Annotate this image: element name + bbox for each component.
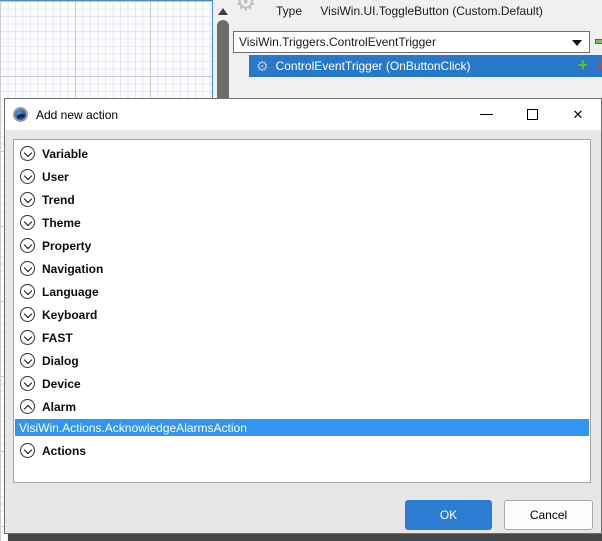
type-value: VisiWin.UI.ToggleButton (Custom.Default) xyxy=(320,4,543,18)
category-row-language[interactable]: Language xyxy=(14,280,590,303)
dialog-titlebar[interactable]: Add new action ✕ xyxy=(5,99,601,130)
category-label: Navigation xyxy=(42,262,103,276)
chevron-down-circle-icon[interactable] xyxy=(20,238,35,253)
type-label: Type xyxy=(276,4,302,18)
category-label: Property xyxy=(42,239,91,253)
category-label: Trend xyxy=(42,193,75,207)
category-row-dialog[interactable]: Dialog xyxy=(14,349,590,372)
chevron-down-circle-icon[interactable] xyxy=(20,192,35,207)
add-new-action-dialog: Add new action ✕ Variable User Trend Theme P… xyxy=(4,98,602,534)
chevron-down-circle-icon[interactable] xyxy=(20,261,35,276)
close-icon: ✕ xyxy=(573,108,584,121)
category-row-user[interactable]: User xyxy=(14,165,590,188)
category-row-navigation[interactable]: Navigation xyxy=(14,257,590,280)
chevron-down-circle-icon[interactable] xyxy=(20,376,35,391)
category-label: Keyboard xyxy=(42,308,97,322)
minimize-button[interactable] xyxy=(463,99,509,130)
category-label: Variable xyxy=(42,147,88,161)
scrollbar-thumb[interactable] xyxy=(217,20,229,98)
vertical-scrollbar[interactable] xyxy=(214,0,232,98)
trigger-type-dropdown[interactable]: VisiWin.Triggers.ControlEventTrigger xyxy=(233,31,590,53)
chevron-down-circle-icon[interactable] xyxy=(20,169,35,184)
category-label: Device xyxy=(42,377,81,391)
visiwin-app-icon xyxy=(13,107,28,122)
category-row-device[interactable]: Device xyxy=(14,372,590,395)
chevron-down-icon[interactable] xyxy=(572,40,582,46)
background-window-edge xyxy=(8,534,602,541)
chevron-up-circle-icon[interactable] xyxy=(20,399,35,414)
ok-button[interactable]: OK xyxy=(405,500,492,530)
maximize-button[interactable] xyxy=(509,99,555,130)
scroll-up-arrow-icon[interactable] xyxy=(218,8,228,15)
category-label: Alarm xyxy=(42,400,76,414)
action-item-selected[interactable]: VisiWin.Actions.AcknowledgeAlarmsAction xyxy=(15,419,589,436)
add-action-button[interactable]: + xyxy=(577,55,588,76)
minimize-icon xyxy=(480,114,493,115)
category-label: Theme xyxy=(42,216,81,230)
category-row-theme[interactable]: Theme xyxy=(14,211,590,234)
close-button[interactable]: ✕ xyxy=(555,99,601,130)
category-label: User xyxy=(42,170,69,184)
type-row: Type VisiWin.UI.ToggleButton (Custom.Def… xyxy=(276,4,543,18)
category-label: Actions xyxy=(42,444,86,458)
category-row-keyboard[interactable]: Keyboard xyxy=(14,303,590,326)
chevron-down-circle-icon[interactable] xyxy=(20,353,35,368)
category-row-fast[interactable]: FAST xyxy=(14,326,590,349)
cancel-button[interactable]: Cancel xyxy=(504,500,593,530)
dialog-title: Add new action xyxy=(36,108,118,122)
chevron-down-circle-icon[interactable] xyxy=(20,307,35,322)
gear-icon: ⚙ xyxy=(256,59,269,73)
category-label: Dialog xyxy=(42,354,79,368)
category-row-actions[interactable]: Actions xyxy=(14,439,590,462)
chevron-down-circle-icon[interactable] xyxy=(20,330,35,345)
category-row-property[interactable]: Property xyxy=(14,234,590,257)
chevron-down-circle-icon[interactable] xyxy=(20,215,35,230)
maximize-icon xyxy=(527,109,538,120)
trigger-item-label: ControlEventTrigger (OnButtonClick) xyxy=(276,59,471,73)
category-row-variable[interactable]: Variable xyxy=(14,142,590,165)
trigger-list-item-selected[interactable]: ⚙ ControlEventTrigger (OnButtonClick) + … xyxy=(249,55,602,77)
gear-icon: ⚙ xyxy=(235,0,257,17)
category-row-alarm[interactable]: Alarm xyxy=(14,395,590,418)
remove-trigger-type-button[interactable] xyxy=(595,39,602,44)
action-category-list[interactable]: Variable User Trend Theme Property Navigation… xyxy=(13,139,591,483)
properties-panel: ⚙ Type VisiWin.UI.ToggleButton (Custom.D… xyxy=(232,0,602,98)
category-label: FAST xyxy=(42,331,73,345)
category-label: Language xyxy=(42,285,99,299)
category-row-trend[interactable]: Trend xyxy=(14,188,590,211)
delete-trigger-button[interactable]: ✕ xyxy=(596,58,602,75)
chevron-down-circle-icon[interactable] xyxy=(20,443,35,458)
chevron-down-circle-icon[interactable] xyxy=(20,284,35,299)
chevron-down-circle-icon[interactable] xyxy=(20,146,35,161)
trigger-dropdown-value: VisiWin.Triggers.ControlEventTrigger xyxy=(239,35,436,49)
